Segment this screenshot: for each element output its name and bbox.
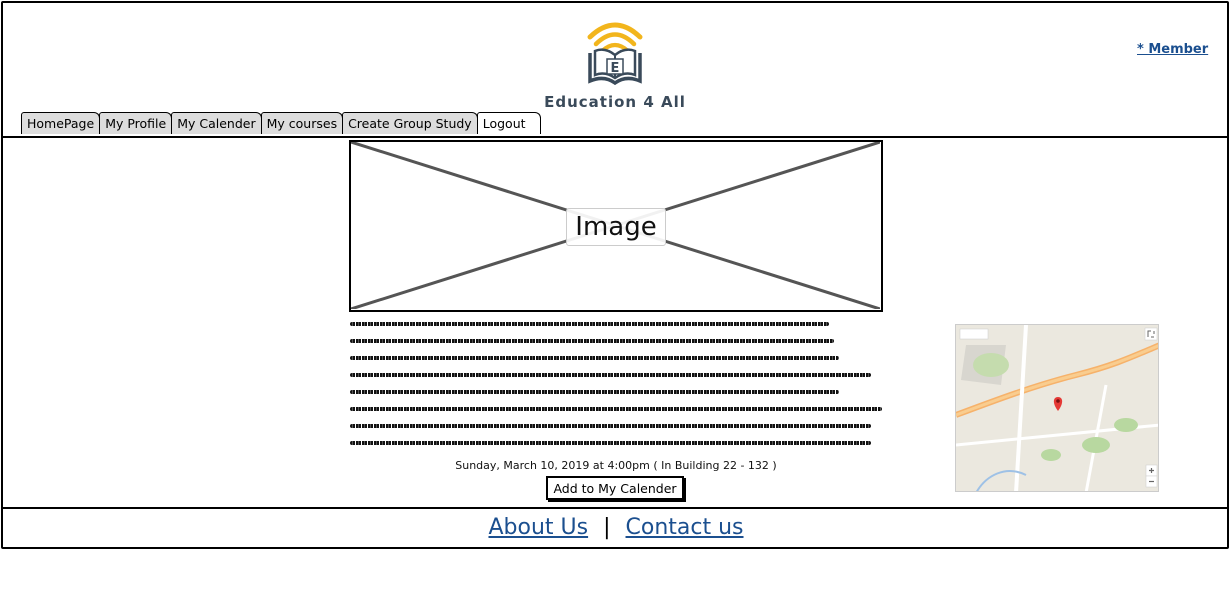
event-datetime-location: Sunday, March 10, 2019 at 4:00pm ( In Bu… (455, 459, 777, 472)
tab-logout[interactable]: Logout (476, 112, 541, 134)
event-map[interactable] (955, 324, 1159, 492)
logo-text: Education 4 All (544, 93, 686, 111)
about-us-link[interactable]: About Us (488, 515, 588, 540)
footer-links: About Us | Contact us (0, 515, 1232, 540)
footer-divider (3, 507, 1229, 509)
logo-letter: E (611, 61, 620, 76)
tab-my-courses[interactable]: My courses (260, 112, 344, 134)
fullscreen-icon[interactable] (1144, 327, 1158, 341)
tab-my-calender[interactable]: My Calender (171, 112, 262, 134)
tab-my-profile[interactable]: My Profile (99, 112, 173, 134)
header: E Education 4 All * Member HomePage My P… (3, 3, 1229, 138)
member-link[interactable]: * Member (1137, 42, 1208, 57)
zoom-minus-icon[interactable] (1145, 475, 1158, 488)
event-description-text (350, 322, 882, 458)
tab-create-group-study[interactable]: Create Group Study (342, 112, 478, 134)
image-placeholder-label: Image (566, 208, 666, 246)
add-to-calender-button[interactable]: Add to My Calender (546, 476, 684, 500)
book-wifi-logo-icon: E (587, 22, 643, 86)
contact-us-link[interactable]: Contact us (626, 515, 744, 540)
zoom-plus-icon[interactable] (1145, 464, 1158, 477)
site-logo[interactable]: E Education 4 All (520, 15, 710, 125)
nav-tabs: HomePage My Profile My Calender My cours… (21, 111, 541, 134)
tab-homepage[interactable]: HomePage (21, 112, 101, 134)
footer-separator: | (603, 515, 611, 540)
